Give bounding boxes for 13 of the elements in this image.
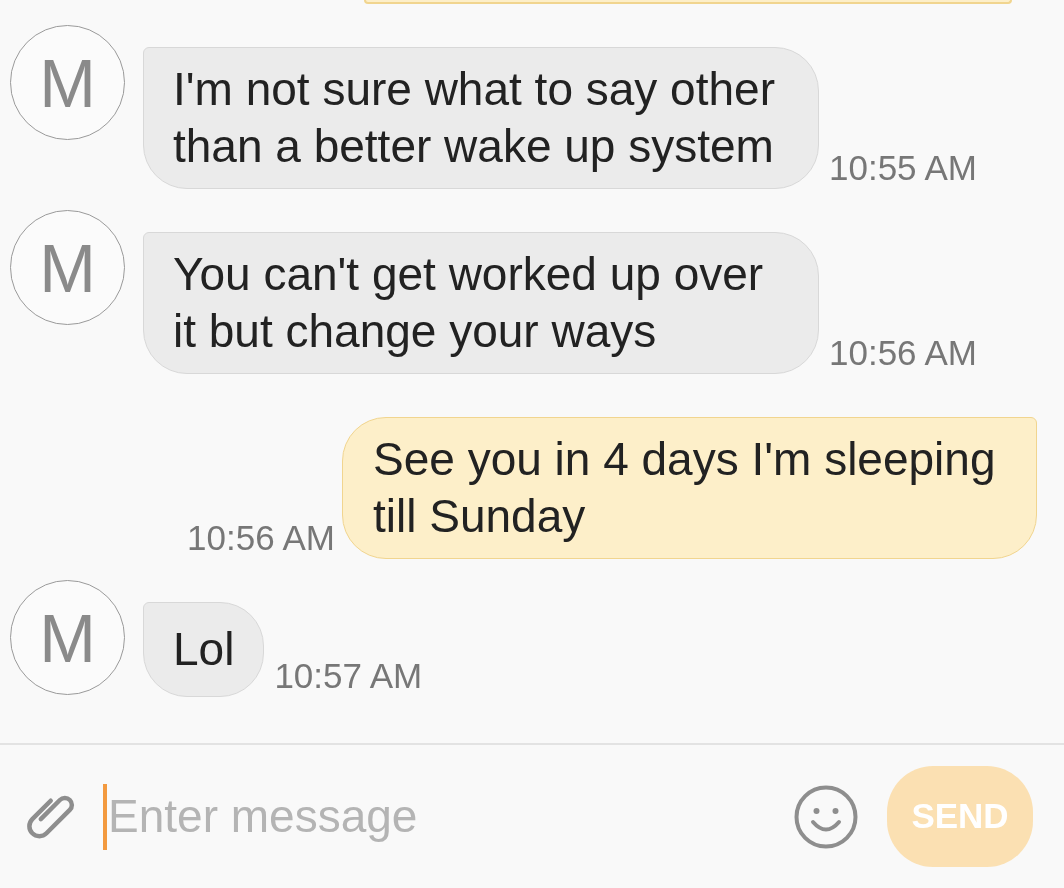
message-time: 10:56 AM bbox=[829, 333, 977, 373]
avatar: M bbox=[10, 580, 125, 695]
message-input[interactable]: Enter message bbox=[103, 783, 766, 850]
message-bubble: Lol bbox=[143, 602, 265, 697]
message-time: 10:55 AM bbox=[829, 148, 977, 188]
avatar: M bbox=[10, 25, 125, 140]
message-bubble: You can't get worked up over it but change your ways bbox=[143, 232, 819, 374]
avatar: M bbox=[10, 210, 125, 325]
message-time: 10:56 AM bbox=[187, 518, 335, 558]
message-time: 10:57 AM bbox=[274, 656, 423, 696]
smiley-icon[interactable] bbox=[794, 784, 858, 849]
message-bubble: See you in 4 days I'm sleeping till Sunday bbox=[342, 417, 1037, 559]
message-bubble: I'm not sure what to say other than a better wake up system bbox=[143, 47, 819, 189]
